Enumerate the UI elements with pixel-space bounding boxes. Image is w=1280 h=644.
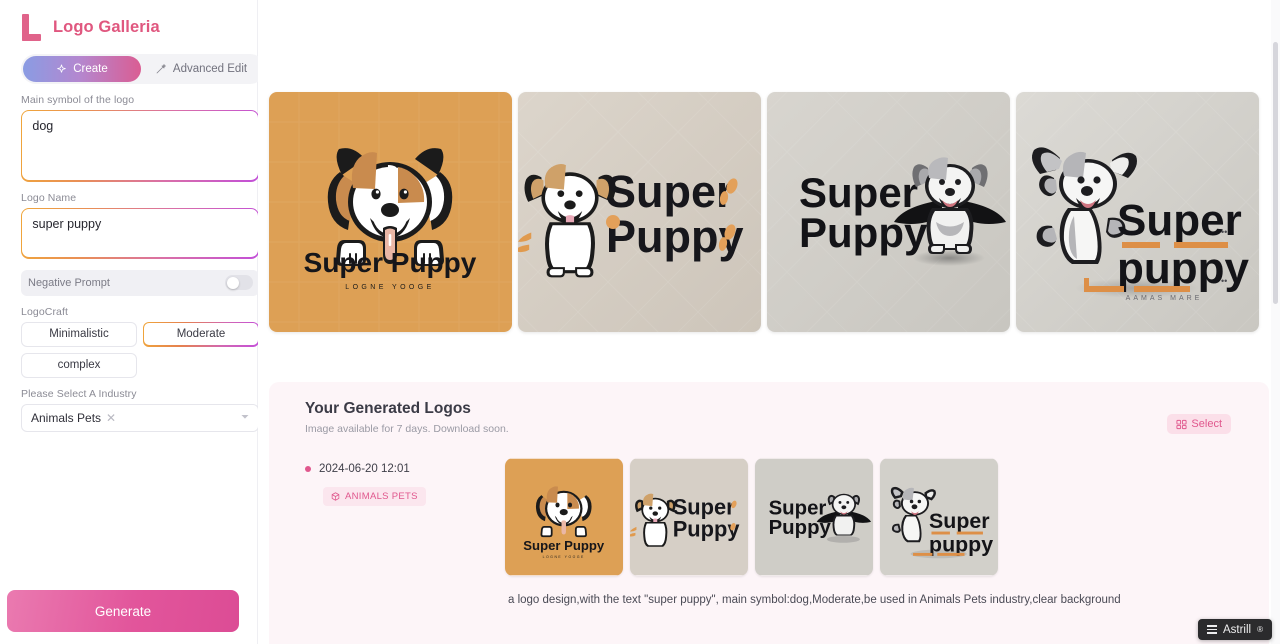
logo-image-1: Super Puppy LOGNE YOOGE <box>269 92 512 332</box>
magic-wand-icon <box>156 64 166 74</box>
logo-1-title: Super Puppy <box>304 247 477 278</box>
industry-select[interactable]: Animals Pets ✕ ⏷ <box>21 403 259 432</box>
hero-logo-card-3[interactable]: Super Puppy <box>767 92 1010 332</box>
generated-logos-panel: Your Generated Logos Image available for… <box>269 382 1269 644</box>
hero-logo-card-4[interactable]: Super puppy •• •• AAMAS MARE <box>1016 92 1259 332</box>
thumbnail-image-3: Super Puppy <box>755 458 873 576</box>
logocraft-option-moderate[interactable]: Moderate <box>143 321 259 347</box>
logo-2-title-line1: Super <box>606 166 734 217</box>
hamburger-icon <box>1206 625 1217 634</box>
main-symbol-input-wrap[interactable]: dog <box>21 110 259 182</box>
scrollbar-track[interactable] <box>1271 0 1280 644</box>
brand-name: Logo Galleria <box>53 17 160 36</box>
logo-2-title-line2: Puppy <box>606 211 744 262</box>
logo-name-input[interactable]: super puppy <box>22 209 258 258</box>
sparkle-icon <box>57 64 67 73</box>
tab-bar: Create Advanced Edit <box>21 54 265 84</box>
svg-text:Super: Super <box>673 495 735 520</box>
logocraft-option-moderate-label: Moderate <box>144 322 258 346</box>
scrollbar-thumb[interactable] <box>1273 42 1278 304</box>
industry-label: Please Select A Industry <box>21 387 137 400</box>
thumbnail-4[interactable]: Super puppy <box>880 458 998 576</box>
logocraft-label: LogoCraft <box>21 305 69 318</box>
result-timestamp-row: 2024-06-20 12:01 <box>305 463 505 475</box>
logocraft-option-minimalistic[interactable]: Minimalistic <box>21 321 137 347</box>
logocraft-option-complex-label: complex <box>57 359 101 372</box>
logo-4-subtitle: AAMAS MARE <box>1126 295 1203 302</box>
svg-text:Puppy: Puppy <box>673 516 741 541</box>
logo-4-title-line1: Super <box>1117 196 1242 245</box>
panel-subtitle: Image available for 7 days. Download soo… <box>305 423 509 435</box>
logo-L-mark-icon <box>22 13 44 41</box>
tab-create-label: Create <box>73 63 108 75</box>
select-button[interactable]: Select <box>1167 414 1231 434</box>
tab-create[interactable]: Create <box>23 56 141 82</box>
registered-mark-icon: ® <box>1257 625 1263 634</box>
main-content: Super Puppy LOGNE YOOGE Super Puppy Supe… <box>258 0 1280 644</box>
logo-image-3: Super Puppy <box>767 92 1010 332</box>
status-dot-icon <box>305 466 311 472</box>
select-button-label: Select <box>1191 418 1222 430</box>
astrill-widget[interactable]: Astrill ® <box>1197 619 1272 640</box>
logocraft-option-minimalistic-label: Minimalistic <box>49 328 109 341</box>
main-symbol-input[interactable]: dog <box>22 111 258 181</box>
logo-image-4: Super puppy •• •• AAMAS MARE <box>1016 92 1259 332</box>
thumbnail-list: Super Puppy LOGNE YOOGE Super Puppy Supe… <box>505 458 998 576</box>
logocraft-option-complex[interactable]: complex <box>21 352 137 378</box>
generate-button[interactable]: Generate <box>7 590 239 632</box>
svg-text:Super: Super <box>929 509 990 533</box>
hero-logo-card-2[interactable]: Super Puppy <box>518 92 761 332</box>
select-grid-icon <box>1176 419 1187 429</box>
close-x-icon[interactable]: ✕ <box>106 411 116 425</box>
chevron-down-icon[interactable]: ⏷ <box>241 412 249 423</box>
tab-advanced-edit-label: Advanced Edit <box>172 63 248 75</box>
status-badge-label: ANIMALS PETS <box>345 491 418 502</box>
toggle-knob <box>226 276 239 289</box>
svg-text:puppy: puppy <box>929 532 993 556</box>
svg-text:Super Puppy: Super Puppy <box>523 538 605 553</box>
result-caption: a logo design,with the text "super puppy… <box>508 594 1121 606</box>
logo-name-input-wrap[interactable]: super puppy <box>21 207 259 259</box>
app-root: Logo Galleria Create Advanced Edit Main … <box>0 0 1280 644</box>
logocraft-options: Minimalistic Moderate complex <box>21 321 259 378</box>
logo-name-label: Logo Name <box>21 191 77 204</box>
thumbnail-1[interactable]: Super Puppy LOGNE YOOGE <box>505 458 623 576</box>
svg-text:LOGNE YOOGE: LOGNE YOOGE <box>543 555 585 559</box>
cube-icon <box>331 492 340 501</box>
svg-text:••: •• <box>1221 227 1227 237</box>
thumbnail-2[interactable]: Super Puppy <box>630 458 748 576</box>
brand: Logo Galleria <box>14 0 243 44</box>
result-timestamp: 2024-06-20 12:01 <box>319 463 410 475</box>
hero-logo-card-1[interactable]: Super Puppy LOGNE YOOGE <box>269 92 512 332</box>
industry-selected-value: Animals Pets <box>31 410 102 425</box>
negative-prompt-label: Negative Prompt <box>28 276 110 289</box>
result-entry-row: 2024-06-20 12:01 ANIMALS PETS Super Pupp… <box>305 458 998 576</box>
hero-logo-row: Super Puppy LOGNE YOOGE Super Puppy Supe… <box>269 92 1259 332</box>
thumbnail-image-1: Super Puppy LOGNE YOOGE <box>505 458 623 576</box>
tab-advanced-edit[interactable]: Advanced Edit <box>141 56 261 82</box>
main-symbol-label: Main symbol of the logo <box>21 94 135 106</box>
result-meta: 2024-06-20 12:01 ANIMALS PETS <box>305 458 505 506</box>
sidebar: Logo Galleria Create Advanced Edit Main … <box>0 0 265 644</box>
thumbnail-3[interactable]: Super Puppy <box>755 458 873 576</box>
negative-prompt-row[interactable]: Negative Prompt <box>21 269 259 296</box>
status-badge: ANIMALS PETS <box>323 487 426 506</box>
logo-4-title-line2: puppy <box>1117 244 1250 293</box>
svg-text:••: •• <box>1221 276 1227 286</box>
thumbnail-image-2: Super Puppy <box>630 458 748 576</box>
page-title: Your Generated Logos <box>305 400 471 417</box>
logo-image-2: Super Puppy <box>518 92 761 332</box>
svg-text:Super: Super <box>769 498 827 520</box>
astrill-label: Astrill <box>1222 623 1252 636</box>
thumbnail-image-4: Super puppy <box>880 458 998 576</box>
negative-prompt-toggle[interactable] <box>225 275 253 291</box>
logo-1-subtitle: LOGNE YOOGE <box>345 284 434 291</box>
